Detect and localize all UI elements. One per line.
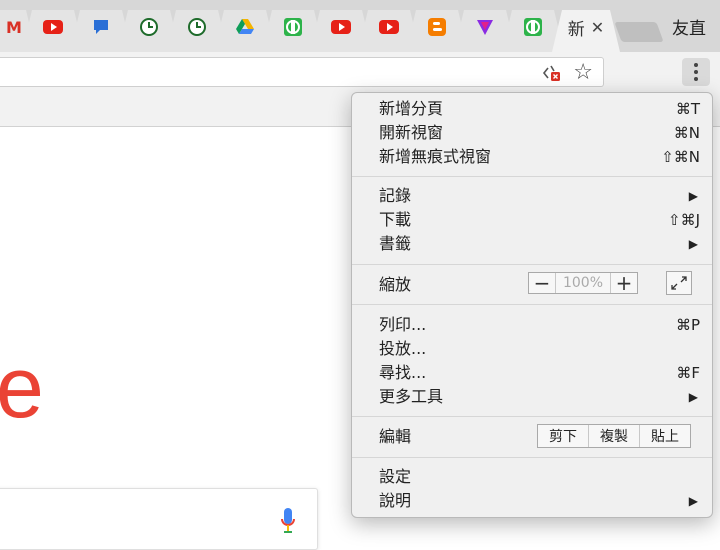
edit-control: 剪下 複製 貼上 [537, 424, 691, 448]
tab-strip: M 新 ✕ 友直 [0, 0, 720, 52]
clock-icon [138, 16, 160, 38]
menu-item-label: 說明 [379, 491, 412, 510]
microphone-icon[interactable] [280, 506, 296, 536]
menu-item-label: 記錄 [379, 186, 412, 205]
menu-item-bookmarks[interactable]: 書籤 ▶ [352, 232, 712, 256]
menu-item-label: 新增無痕式視窗 [379, 147, 492, 166]
toolbar: ☆ [0, 52, 720, 92]
address-bar[interactable]: ☆ [0, 57, 604, 87]
menu-item-label: 投放... [379, 339, 427, 358]
popup-blocked-icon[interactable] [541, 64, 561, 82]
paste-button[interactable]: 貼上 [639, 425, 690, 447]
copy-button[interactable]: 複製 [588, 425, 639, 447]
menu-item-print[interactable]: 列印... ⌘P [352, 313, 712, 337]
logo-letter: e [0, 340, 44, 436]
menu-item-new-window[interactable]: 開新視窗 ⌘N [352, 121, 712, 145]
zoom-control: − 100% + [528, 271, 638, 295]
menu-item-label: 開新視窗 [379, 123, 444, 142]
gmail-icon: M [6, 17, 22, 37]
zoom-out-button[interactable]: − [529, 271, 555, 295]
fullscreen-icon[interactable] [666, 271, 692, 295]
menu-item-label: 更多工具 [379, 387, 444, 406]
menu-item-label: 設定 [379, 467, 412, 486]
menu-divider [352, 304, 712, 305]
menu-item-incognito[interactable]: 新增無痕式視窗 ⇧⌘N [352, 145, 712, 169]
close-icon[interactable]: ✕ [591, 18, 604, 37]
green-face-icon [282, 16, 304, 38]
menu-shortcut: ⇧⌘N [661, 148, 700, 166]
menu-divider [352, 176, 712, 177]
blogger-icon [426, 16, 448, 38]
search-box[interactable] [0, 488, 318, 550]
menu-shortcut: ⇧⌘J [668, 211, 700, 229]
menu-item-find[interactable]: 尋找... ⌘F [352, 361, 712, 385]
new-tab-button[interactable] [614, 22, 664, 42]
profile-name[interactable]: 友直 [672, 14, 706, 39]
menu-shortcut: ⌘T [675, 100, 700, 118]
cut-button[interactable]: 剪下 [538, 425, 588, 447]
youtube-icon [330, 16, 352, 38]
menu-item-help[interactable]: 說明 ▶ [352, 489, 712, 513]
menu-item-label: 新增分頁 [379, 99, 444, 118]
menu-divider [352, 416, 712, 417]
youtube-icon [378, 16, 400, 38]
menu-item-label: 縮放 [379, 275, 412, 294]
menu-item-label: 編輯 [379, 427, 412, 446]
menu-item-history[interactable]: 記錄 ▶ [352, 184, 712, 208]
menu-item-label: 列印... [379, 315, 427, 334]
clock-icon [186, 16, 208, 38]
submenu-arrow-icon: ▶ [688, 390, 698, 404]
chrome-menu: 新增分頁 ⌘T 開新視窗 ⌘N 新增無痕式視窗 ⇧⌘N 記錄 ▶ 下載 ⇧⌘J … [351, 92, 713, 518]
menu-item-cast[interactable]: 投放... [352, 337, 712, 361]
more-vertical-icon[interactable] [682, 58, 710, 86]
menu-shortcut: ⌘P [675, 316, 700, 334]
zoom-in-button[interactable]: + [611, 271, 637, 295]
triangle-v-icon [474, 16, 496, 38]
submenu-arrow-icon: ▶ [688, 189, 698, 203]
youtube-icon [42, 16, 64, 38]
menu-divider [352, 457, 712, 458]
tab-active[interactable]: 新 ✕ [552, 10, 620, 52]
menu-item-label: 下載 [379, 210, 412, 229]
menu-item-label: 尋找... [379, 363, 427, 382]
menu-shortcut: ⌘N [673, 124, 700, 142]
active-tab-label: 新 [567, 19, 585, 40]
submenu-arrow-icon: ▶ [688, 494, 698, 508]
submenu-arrow-icon: ▶ [688, 237, 698, 251]
green-face-icon [522, 16, 544, 38]
chat-bubble-icon [90, 16, 112, 38]
menu-item-new-tab[interactable]: 新增分頁 ⌘T [352, 97, 712, 121]
menu-divider [352, 264, 712, 265]
google-drive-icon [234, 16, 256, 38]
bookmark-star-icon[interactable]: ☆ [573, 60, 593, 85]
menu-item-label: 書籤 [379, 234, 412, 253]
menu-item-downloads[interactable]: 下載 ⇧⌘J [352, 208, 712, 232]
zoom-value: 100% [555, 273, 611, 293]
menu-shortcut: ⌘F [676, 364, 700, 382]
menu-item-more-tools[interactable]: 更多工具 ▶ [352, 385, 712, 409]
menu-item-settings[interactable]: 設定 [352, 465, 712, 489]
